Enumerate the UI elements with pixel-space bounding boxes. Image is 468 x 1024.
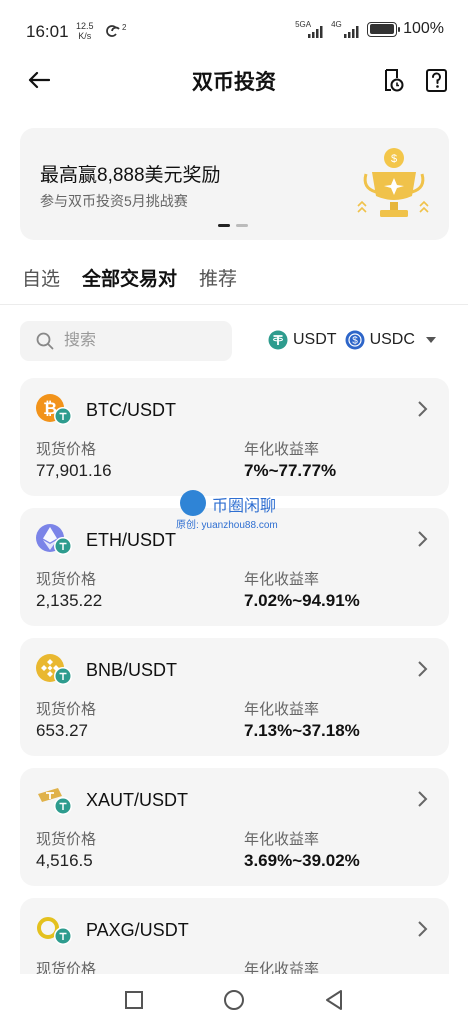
home-button[interactable] — [222, 988, 246, 1012]
network-speed: 12.5 K/s — [76, 21, 94, 41]
eth-icon — [36, 524, 72, 556]
spot-price: 653.27 — [36, 721, 88, 740]
recents-button[interactable] — [122, 988, 146, 1012]
signal-bars-icon — [308, 26, 323, 38]
battery-icon — [367, 21, 401, 37]
price-label: 现货价格 — [36, 571, 97, 588]
search-input[interactable] — [64, 327, 224, 355]
watermark-title: 币圈闲聊 — [212, 496, 277, 515]
signal-5g: 5GA — [295, 20, 325, 38]
back-arrow-icon — [28, 71, 50, 89]
yield-label: 年化收益率 — [244, 701, 320, 718]
spot-price: 77,901.16 — [36, 461, 112, 480]
usdc-icon: $ — [345, 330, 365, 350]
watermark-logo — [180, 490, 206, 516]
tab-all-pairs[interactable]: 全部交易对 — [82, 264, 177, 291]
annual-yield: 7.13%~37.18% — [244, 721, 360, 740]
pair-name: PAXG/USDT — [86, 919, 189, 940]
tab-recommended[interactable]: 推荐 — [199, 264, 237, 291]
yield-label: 年化收益率 — [244, 571, 320, 588]
filter-usdc-label: USDC — [369, 331, 415, 348]
pair-name: XAUT/USDT — [86, 789, 189, 810]
yield-label: 年化收益率 — [244, 441, 320, 458]
price-label: 现货价格 — [36, 831, 97, 848]
pair-card[interactable]: ₿ BTC/USDT 现货价格 年化收益率 77,901.16 7%~77.77… — [20, 378, 449, 496]
svg-text:$: $ — [391, 153, 397, 165]
signal-bars-icon — [344, 26, 359, 38]
order-history-icon[interactable] — [378, 66, 406, 94]
status-bar: 16:01 12.5 K/s 2 5GA 4G 100% — [0, 0, 468, 60]
back-button[interactable] — [24, 66, 54, 94]
watermark-subtitle: 原创: yuanzhou88.com — [176, 520, 278, 531]
annual-yield: 7%~77.77% — [244, 461, 337, 480]
bnb-icon — [36, 654, 72, 686]
btc-icon: ₿ — [36, 394, 72, 426]
svg-text:2: 2 — [122, 23, 127, 32]
network-speed-value: 12.5 — [76, 21, 94, 31]
signal-4g-label: 4G — [331, 20, 342, 29]
chevron-right-icon — [418, 401, 428, 417]
pair-name: BNB/USDT — [86, 659, 178, 680]
search-icon — [36, 332, 54, 350]
battery-percent: 100% — [403, 20, 444, 37]
search-box[interactable] — [20, 321, 232, 361]
signal-4g: 4G — [331, 20, 361, 38]
svg-text:$: $ — [352, 336, 358, 347]
top-app-bar: 双币投资 — [0, 56, 468, 104]
circle-icon — [224, 990, 244, 1010]
chevron-right-icon — [418, 531, 428, 547]
trophy-icon: $ — [357, 148, 429, 217]
chevron-right-icon — [418, 921, 428, 937]
filter-usdt-label: USDT — [293, 331, 337, 348]
paxg-icon — [36, 914, 72, 946]
filter-usdt[interactable]: USDT — [268, 330, 337, 350]
annual-yield: 3.69%~39.02% — [244, 851, 360, 870]
xaut-icon — [36, 784, 72, 816]
usdt-icon — [268, 330, 288, 350]
banner-title: 最高赢8,888美元奖励 — [40, 165, 221, 186]
network-speed-unit: K/s — [78, 31, 92, 41]
help-icon[interactable] — [422, 66, 450, 94]
spot-price: 2,135.22 — [36, 591, 103, 610]
pair-name: ETH/USDT — [86, 529, 176, 550]
banner-subtitle: 参与双币投资5月挑战赛 — [40, 193, 188, 209]
pair-list: ₿ BTC/USDT 现货价格 年化收益率 77,901.16 7%~77.77… — [0, 370, 468, 974]
promo-banner[interactable]: 最高赢8,888美元奖励 参与双币投资5月挑战赛 $ — [20, 128, 449, 240]
filter-usdc[interactable]: $ USDC — [345, 330, 415, 350]
chevron-right-icon — [418, 791, 428, 807]
sync-icon: 2 — [106, 23, 127, 37]
banner-pager — [218, 224, 248, 227]
pair-card[interactable]: XAUT/USDT 现货价格 年化收益率 4,516.5 3.69%~39.02… — [20, 768, 449, 886]
status-time: 16:01 — [26, 22, 69, 41]
system-nav-bar — [0, 974, 468, 1024]
annual-yield: 7.02%~94.91% — [244, 591, 360, 610]
price-label: 现货价格 — [36, 701, 97, 718]
pair-card[interactable]: BNB/USDT 现货价格 年化收益率 653.27 7.13%~37.18% — [20, 638, 449, 756]
price-label: 现货价格 — [36, 441, 97, 458]
pair-card[interactable]: PAXG/USDT 现货价格 年化收益率 — [20, 898, 449, 974]
pager-dot — [236, 224, 248, 227]
square-icon — [125, 991, 143, 1009]
pager-dot-active — [218, 224, 230, 227]
spot-price: 4,516.5 — [36, 851, 93, 870]
pair-name: BTC/USDT — [86, 399, 176, 420]
watermark: 币圈闲聊 原创: yuanzhou88.com — [176, 490, 310, 532]
quote-coin-filter[interactable]: USDT $ USDC — [268, 330, 437, 350]
tabs-divider — [0, 304, 468, 305]
caret-down-icon[interactable] — [425, 336, 437, 344]
category-tabs: 自选 全部交易对 推荐 — [22, 264, 237, 291]
tab-favorites[interactable]: 自选 — [22, 264, 60, 291]
triangle-back-icon — [326, 990, 342, 1010]
back-nav-button[interactable] — [322, 988, 346, 1012]
yield-label: 年化收益率 — [244, 831, 320, 848]
yield-label: 年化收益率 — [244, 961, 320, 974]
chevron-right-icon — [418, 661, 428, 677]
price-label: 现货价格 — [36, 961, 97, 974]
